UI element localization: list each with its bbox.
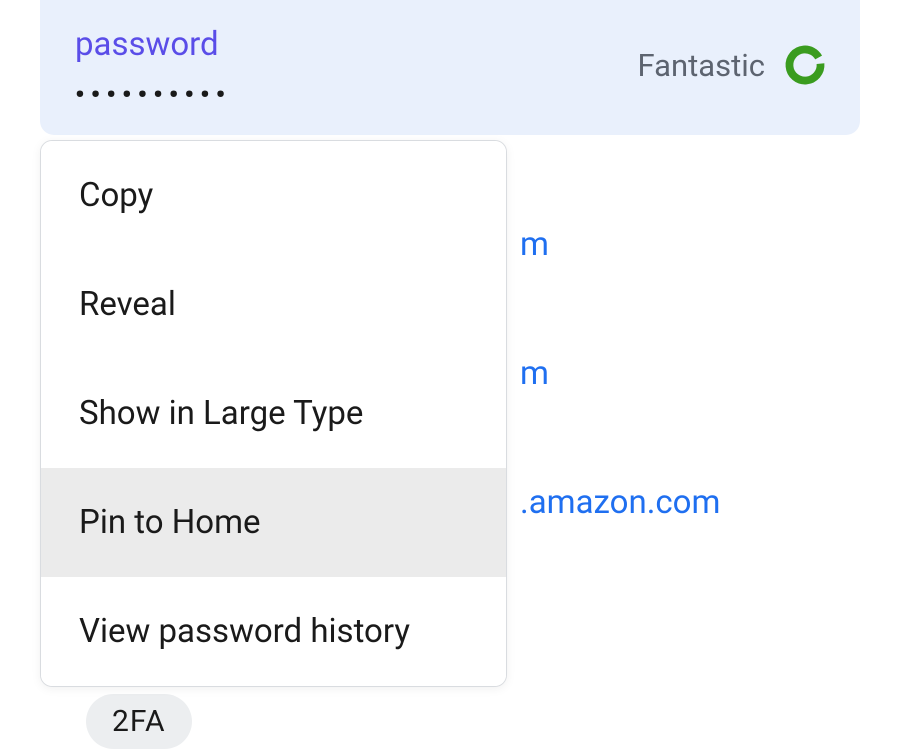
password-field-content: password •••••••••• (75, 25, 231, 108)
context-menu: Copy Reveal Show in Large Type Pin to Ho… (40, 140, 507, 687)
menu-item-pin-to-home[interactable]: Pin to Home (41, 468, 506, 577)
menu-item-reveal[interactable]: Reveal (41, 250, 506, 359)
strength-ring-icon (785, 45, 825, 85)
menu-item-view-password-history[interactable]: View password history (41, 577, 506, 686)
field-label: password (75, 25, 231, 64)
menu-item-copy[interactable]: Copy (41, 141, 506, 250)
password-field[interactable]: password •••••••••• Fantastic (40, 0, 860, 135)
password-masked-value: •••••••••• (75, 82, 231, 108)
menu-item-show-large-type[interactable]: Show in Large Type (41, 359, 506, 468)
tag-2fa[interactable]: 2FA (86, 694, 192, 749)
strength-label: Fantastic (637, 47, 765, 84)
password-strength: Fantastic (637, 45, 825, 85)
